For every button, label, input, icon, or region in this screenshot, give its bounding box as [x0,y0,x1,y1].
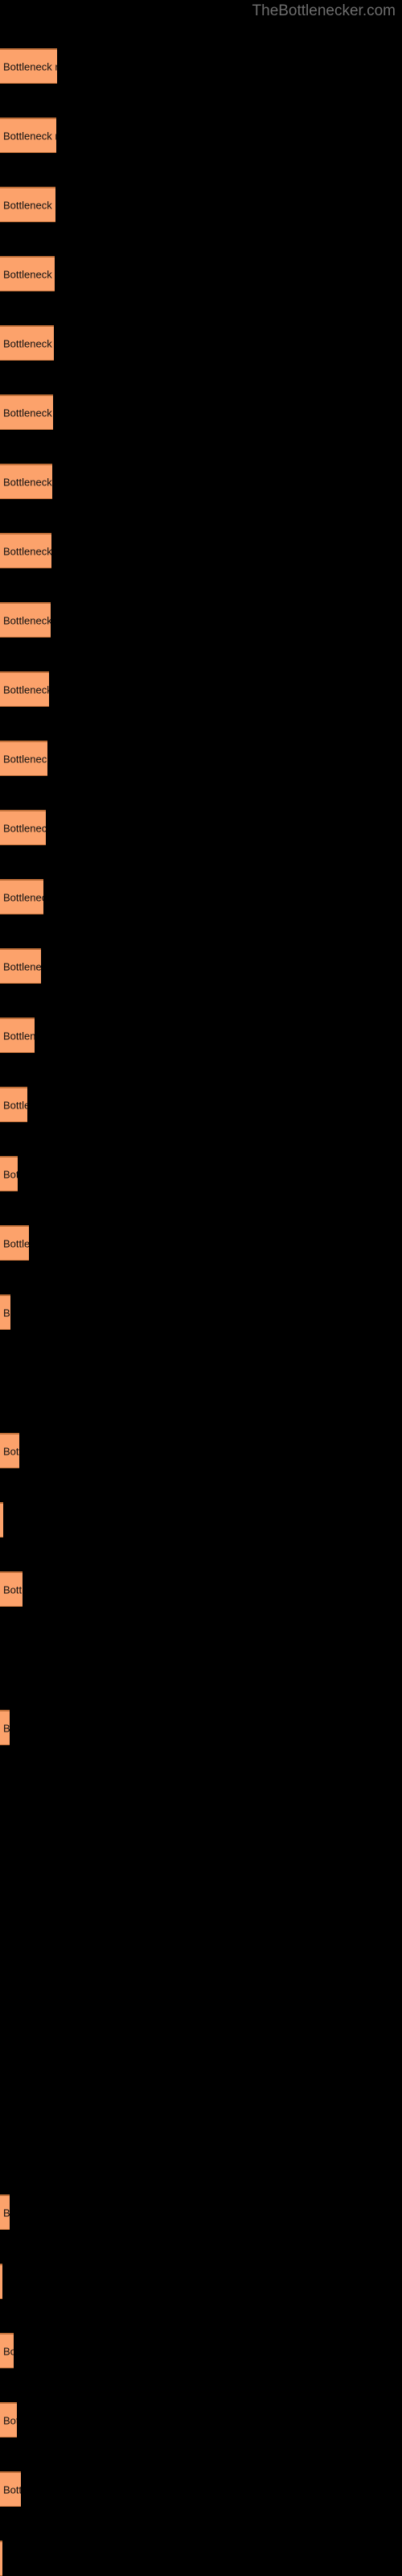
bar-label: Bottleneck result [3,1722,10,1734]
bar-4[interactable]: Bottleneck result [0,256,55,291]
bar-label: Bottleneck result [3,2414,17,2426]
bar-row: Bottleneck result [0,602,402,638]
bar-label: Bottleneck result [3,268,55,280]
bar-label: Bottleneck result [3,407,53,419]
bar-row: Bottleneck result [0,533,402,568]
bar-29[interactable]: Bottleneck result [0,2541,2,2576]
site-watermark: TheBottlenecker.com [252,2,396,19]
bar-row: Bottleneck result [0,2471,402,2507]
bar-19[interactable]: Bottleneck result [0,1294,10,1330]
bar-9[interactable]: Bottleneck result [0,602,51,638]
bar-row: Bottleneck result [0,879,402,914]
bar-2[interactable]: Bottleneck result [0,118,56,153]
bar-row: Bottleneck result [0,118,402,153]
bar-label: Bottleneck result [3,130,56,142]
bar-row: Bottleneck result [0,1571,402,1607]
bar-label: Bottleneck result [3,476,52,488]
bar-row: Bottleneck result [0,1294,402,1330]
bar-label: Bottleneck result [3,60,57,72]
bar-24[interactable]: Bottleneck result [0,2194,10,2230]
bar-label: Bottleneck result [3,337,54,349]
bar-row: Bottleneck result [0,1156,402,1191]
bar-1[interactable]: Bottleneck result [0,48,57,84]
bar-row: Bottleneck result [0,1225,402,1261]
bar-22[interactable]: Bottleneck result [0,1571,23,1607]
bar-6[interactable]: Bottleneck result [0,394,53,430]
bar-label: Bottleneck result [3,822,46,834]
bar-row: Bottleneck result [0,1087,402,1122]
bar-13[interactable]: Bottleneck result [0,879,43,914]
bar-label: Bottleneck result [3,1445,19,1457]
bar-row: Bottleneck result [0,1502,402,1538]
bar-row: Bottleneck result [0,2264,402,2299]
bar-16[interactable]: Bottleneck result [0,1087,27,1122]
bar-row: Bottleneck result [0,2402,402,2438]
bar-label: Bottleneck result [3,614,51,626]
bar-label: Bottleneck result [3,1099,27,1111]
bar-28[interactable]: Bottleneck result [0,2471,21,2507]
bar-row: Bottleneck result [0,810,402,845]
bar-label: Bottleneck result [3,891,43,903]
bar-label: Bottleneck result [3,1030,35,1042]
bar-row: Bottleneck result [0,948,402,984]
bar-row: Bottleneck result [0,48,402,84]
bar-10[interactable]: Bottleneck result [0,671,49,707]
bottleneck-bar-chart: Bottleneck result Bottleneck result Bottle… [0,0,402,2576]
bar-label: Bottleneck result [3,2483,21,2496]
bar-row: Bottleneck result [0,1710,402,1745]
chart-plot-area: Bottleneck result Bottleneck result Bottle… [0,0,402,2576]
bar-label: Bottleneck result [3,1168,18,1180]
bar-label: Bottleneck result [3,753,47,765]
bar-26[interactable]: Bottleneck result [0,2333,14,2368]
bar-label: Bottleneck result [3,2345,14,2357]
bar-row: Bottleneck result [0,464,402,499]
bar-18[interactable]: Bottleneck result [0,1225,29,1261]
bar-20[interactable]: Bottleneck result [0,1433,19,1468]
bar-label: Bottleneck result [3,199,55,211]
bar-row: Bottleneck result [0,256,402,291]
bar-14[interactable]: Bottleneck result [0,948,41,984]
bar-label: Bottleneck result [3,1583,23,1596]
bar-row: Bottleneck result [0,2333,402,2368]
bar-12[interactable]: Bottleneck result [0,810,46,845]
bar-label: Bottleneck result [3,1307,10,1319]
bar-3[interactable]: Bottleneck result [0,187,55,222]
bar-11[interactable]: Bottleneck result [0,741,47,776]
bar-row: Bottleneck result [0,741,402,776]
bar-row: Bottleneck result [0,2541,402,2576]
bar-23[interactable]: Bottleneck result [0,1710,10,1745]
bar-8[interactable]: Bottleneck result [0,533,51,568]
bar-row: Bottleneck result [0,187,402,222]
bar-row: Bottleneck result [0,325,402,361]
bar-row: Bottleneck result [0,1433,402,1468]
bar-row: Bottleneck result [0,671,402,707]
bar-label: Bottleneck result [3,683,49,696]
bar-label: Bottleneck result [3,2207,10,2219]
bar-label: Bottleneck result [3,960,41,972]
bar-15[interactable]: Bottleneck result [0,1018,35,1053]
bar-25[interactable]: Bottleneck result [0,2264,2,2299]
bar-27[interactable]: Bottleneck result [0,2402,17,2438]
bar-label: Bottleneck result [3,545,51,557]
bar-label: Bottleneck result [3,1237,29,1249]
bar-21[interactable]: Bottleneck result [0,1502,3,1538]
bar-row: Bottleneck result [0,2194,402,2230]
bar-7[interactable]: Bottleneck result [0,464,52,499]
bar-17[interactable]: Bottleneck result [0,1156,18,1191]
bar-row: Bottleneck result [0,1018,402,1053]
bar-5[interactable]: Bottleneck result [0,325,54,361]
bar-row: Bottleneck result [0,394,402,430]
